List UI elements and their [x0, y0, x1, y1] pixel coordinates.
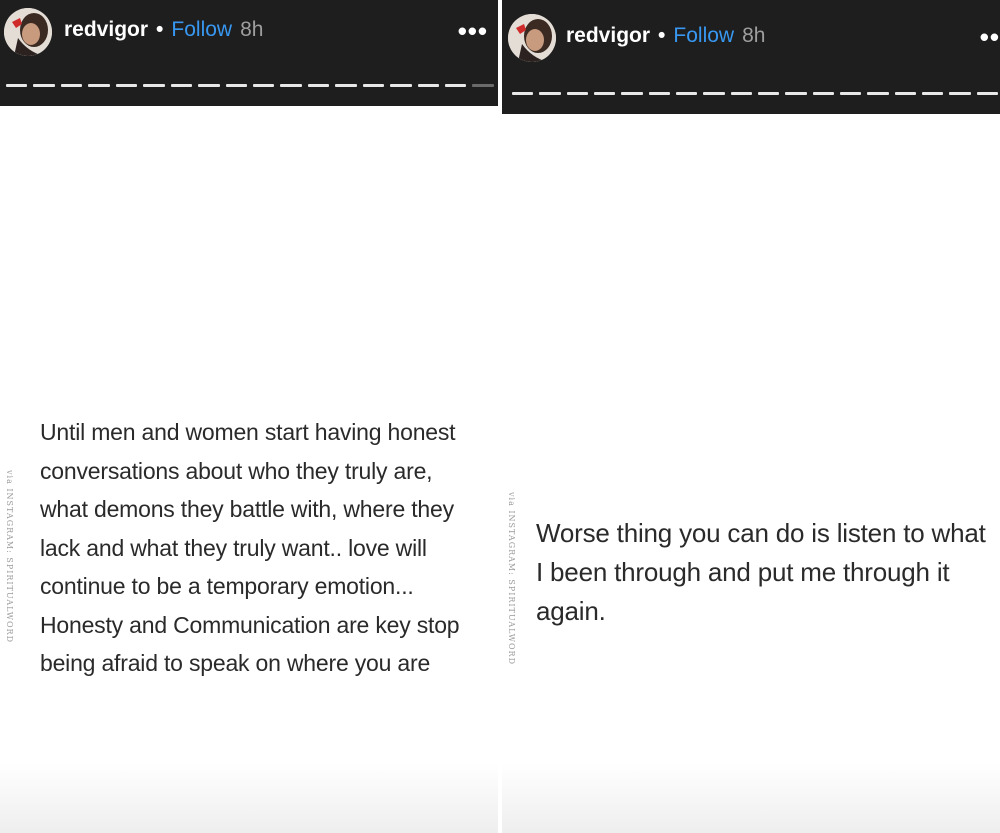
progress-segment: [252, 84, 275, 87]
progress-segment: [949, 92, 971, 95]
story-header: redvigor • Follow 8h ••: [502, 0, 1000, 114]
progress-segment: [593, 92, 616, 95]
story-meta: redvigor • Follow 8h: [566, 24, 765, 48]
watermark: via INSTAGRAM: SPIRITUALWORD: [507, 492, 516, 665]
progress-segment: [867, 92, 889, 95]
progress-segment: [335, 84, 357, 87]
story-panel-left: redvigor • Follow 8h ••• via INSTAGRAM: …: [0, 0, 498, 833]
avatar[interactable]: [4, 8, 52, 56]
story-text: Until men and women start having honest …: [40, 419, 460, 676]
story-meta: redvigor • Follow 8h: [64, 18, 263, 42]
bottom-fade: [0, 763, 498, 833]
progress-segment: [703, 92, 725, 95]
avatar-photo: [508, 14, 556, 62]
progress-segment: [307, 84, 330, 87]
progress-segment: [362, 84, 385, 87]
progress-segment: [839, 92, 862, 95]
progress-segment: [812, 92, 834, 95]
progress-segment: [921, 92, 944, 95]
separator-dot: •: [658, 24, 666, 47]
username[interactable]: redvigor: [566, 24, 650, 48]
story-progress-bar: [512, 92, 998, 95]
progress-segment: [472, 84, 494, 87]
progress-segment: [894, 92, 916, 95]
progress-segment: [566, 92, 588, 95]
progress-segment: [6, 84, 28, 87]
progress-segment: [976, 92, 998, 95]
timestamp: 8h: [742, 24, 766, 47]
timestamp: 8h: [240, 18, 264, 41]
progress-segment: [143, 84, 165, 87]
progress-segment: [60, 84, 83, 87]
progress-segment: [390, 84, 412, 87]
progress-segment: [785, 92, 807, 95]
watermark: via INSTAGRAM: SPIRITUALWORD: [5, 470, 14, 643]
follow-button[interactable]: Follow: [673, 24, 734, 48]
progress-segment: [225, 84, 247, 87]
avatar[interactable]: [508, 14, 556, 62]
story-text: Worse thing you can do is listen to what…: [536, 518, 986, 626]
separator-dot: •: [156, 18, 164, 41]
progress-segment: [757, 92, 780, 95]
story-panel-right: redvigor • Follow 8h •• via INSTAGRAM: S…: [502, 0, 1000, 833]
progress-segment: [115, 84, 138, 87]
follow-button[interactable]: Follow: [171, 18, 232, 42]
progress-segment: [539, 92, 561, 95]
username[interactable]: redvigor: [64, 18, 148, 42]
progress-segment: [170, 84, 193, 87]
progress-segment: [730, 92, 752, 95]
progress-segment: [621, 92, 643, 95]
progress-segment: [512, 92, 534, 95]
more-horizontal-icon[interactable]: •••: [458, 18, 488, 44]
more-horizontal-icon[interactable]: ••: [980, 24, 1000, 50]
progress-segment: [417, 84, 439, 87]
progress-segment: [648, 92, 670, 95]
story-progress-bar: [6, 84, 494, 87]
avatar-photo: [4, 8, 52, 56]
progress-segment: [198, 84, 220, 87]
progress-segment: [675, 92, 698, 95]
progress-segment: [280, 84, 302, 87]
bottom-fade: [502, 763, 1000, 833]
story-header: redvigor • Follow 8h •••: [0, 0, 498, 106]
progress-segment: [33, 84, 55, 87]
progress-segment: [445, 84, 467, 87]
progress-segment: [88, 84, 110, 87]
